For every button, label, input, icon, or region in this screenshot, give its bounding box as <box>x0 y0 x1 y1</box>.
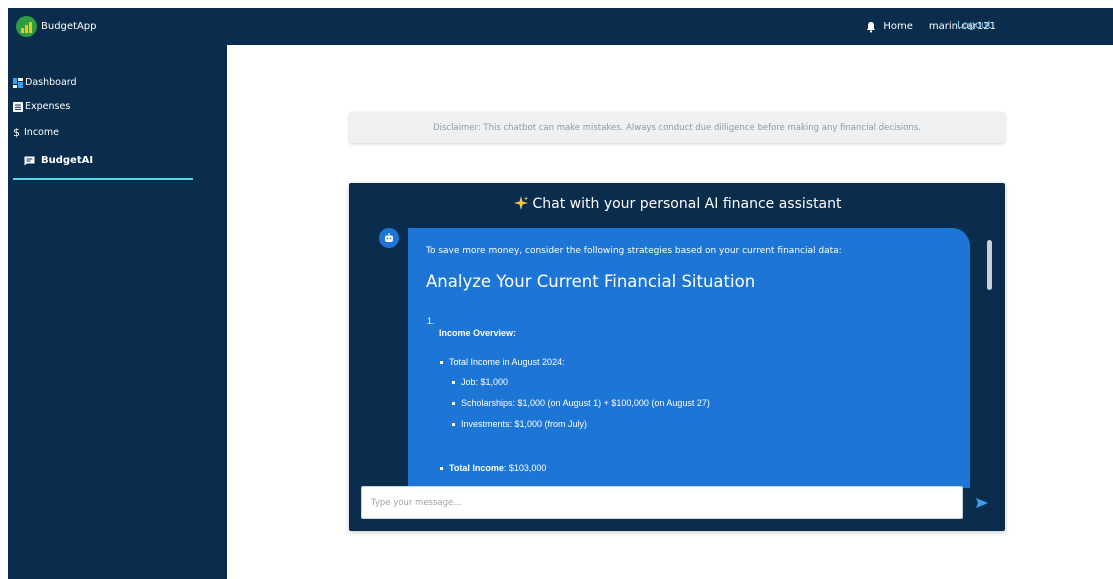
list-number: 1. <box>427 316 435 326</box>
message-subheading: Income Overview: <box>439 328 517 338</box>
sparkle-icon <box>513 196 528 210</box>
dashboard-icon <box>13 77 23 88</box>
disclaimer-banner: Disclaimer: This chatbot can make mistak… <box>349 112 1005 143</box>
list-item: Job: $1,000 <box>452 377 508 387</box>
chat-title: Chat with your personal AI finance assis… <box>349 195 1005 212</box>
top-navbar: BudgetApp Home marin.car121 Logout <box>8 8 1113 45</box>
chat-icon <box>24 156 35 165</box>
message-heading: Analyze Your Current Financial Situation <box>426 272 756 291</box>
list-item: Scholarships: $1,000 (on August 1) + $10… <box>452 398 710 408</box>
app-frame: BudgetApp Home marin.car121 Logout Dashb… <box>8 8 1113 579</box>
message-input[interactable] <box>361 486 963 519</box>
logout-link[interactable]: Logout <box>957 20 991 31</box>
active-indicator <box>13 178 193 180</box>
sidebar: Dashboard Expenses $ Income BudgetAI <box>8 45 227 579</box>
bot-message: To save more money, consider the followi… <box>408 228 970 488</box>
chat-title-text: Chat with your personal AI finance assis… <box>532 196 842 212</box>
sidebar-item-label: Expenses <box>25 101 71 112</box>
bell-icon[interactable] <box>865 21 877 33</box>
brand[interactable]: BudgetApp <box>16 16 97 37</box>
budget-logo-icon <box>16 16 37 37</box>
sidebar-item-label: BudgetAI <box>41 155 94 166</box>
sidebar-item-expenses[interactable]: Expenses <box>13 101 70 112</box>
list-item: Total Income in August 2024: <box>440 357 565 367</box>
sidebar-item-label: Income <box>24 127 59 138</box>
list-item: Investments: $1,000 (from July) <box>452 419 587 429</box>
sidebar-item-budgetai[interactable]: BudgetAI <box>24 155 93 166</box>
send-icon[interactable] <box>975 496 989 510</box>
list-icon <box>13 101 23 112</box>
list-item: Total Income: $103,000 <box>440 463 546 473</box>
robot-icon <box>385 233 393 242</box>
sidebar-item-label: Dashboard <box>25 77 77 88</box>
dollar-icon: $ <box>13 126 20 139</box>
bot-avatar <box>379 228 399 248</box>
chat-panel: Chat with your personal AI finance assis… <box>349 183 1005 531</box>
chat-scrollbar[interactable] <box>987 240 992 290</box>
sidebar-item-income[interactable]: $ Income <box>13 126 59 139</box>
message-intro: To save more money, consider the followi… <box>426 246 842 256</box>
brand-name: BudgetApp <box>41 21 97 32</box>
sidebar-item-dashboard[interactable]: Dashboard <box>13 77 77 88</box>
nav-home-link[interactable]: Home <box>883 21 913 32</box>
